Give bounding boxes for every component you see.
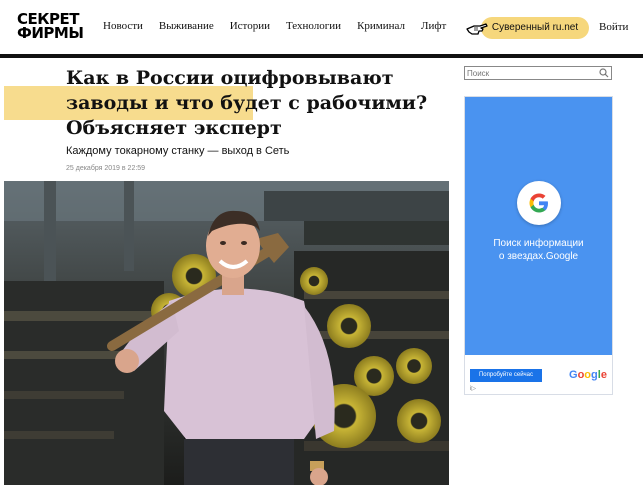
ad-try-now-button[interactable]: Попробуйте сейчас (470, 369, 542, 382)
search-box[interactable] (464, 66, 612, 80)
search-input[interactable] (467, 67, 593, 79)
brand-letter-1: G (569, 369, 578, 381)
brand-letter-4: g (591, 369, 598, 381)
login-link[interactable]: Войти (599, 21, 628, 33)
article-subtitle: Каждому токарному станку — выход в Сеть (66, 145, 290, 157)
site-header: СЕКРЕТ ФИРМЫ Новости Выживание Истории Т… (0, 0, 643, 54)
ad-banner[interactable]: Поиск информации о звездах.Google (465, 97, 612, 355)
article-date: 25 декабря 2019 в 22:59 (66, 165, 146, 172)
nav-item-lift[interactable]: Лифт (421, 20, 446, 32)
ad-info-icon[interactable]: i▷ (470, 385, 476, 392)
google-ad[interactable]: Поиск информации о звездах.Google Попроб… (464, 96, 613, 395)
hero-photo-illustration (4, 181, 449, 485)
nav-item-stories[interactable]: Истории (230, 20, 270, 32)
main-nav: Новости Выживание Истории Технологии Кри… (103, 20, 462, 32)
promo-pill[interactable]: Суверенный ru.net (481, 17, 589, 39)
google-g-icon (517, 181, 561, 225)
brand-letter-6: e (600, 369, 607, 381)
nav-item-crime[interactable]: Криминал (357, 20, 405, 32)
ad-text-line-1: Поиск информации (493, 238, 584, 249)
nav-item-news[interactable]: Новости (103, 20, 143, 32)
google-logo-text: Google (569, 369, 607, 382)
article-hero-image (4, 181, 449, 485)
nav-item-survival[interactable]: Выживание (159, 20, 214, 32)
search-icon[interactable] (599, 68, 609, 78)
ad-text-line-2: о звездах.Google (498, 251, 579, 262)
hand-pointing-icon (466, 23, 488, 35)
article-title[interactable]: Как в России оцифровывают заводы и что б… (66, 66, 446, 141)
logo-line-2: ФИРМЫ (17, 24, 84, 42)
ad-text: Поиск информации о звездах.Google (465, 237, 612, 263)
header-divider (0, 54, 643, 58)
nav-item-technology[interactable]: Технологии (286, 20, 341, 32)
site-logo[interactable]: СЕКРЕТ ФИРМЫ (17, 12, 84, 42)
